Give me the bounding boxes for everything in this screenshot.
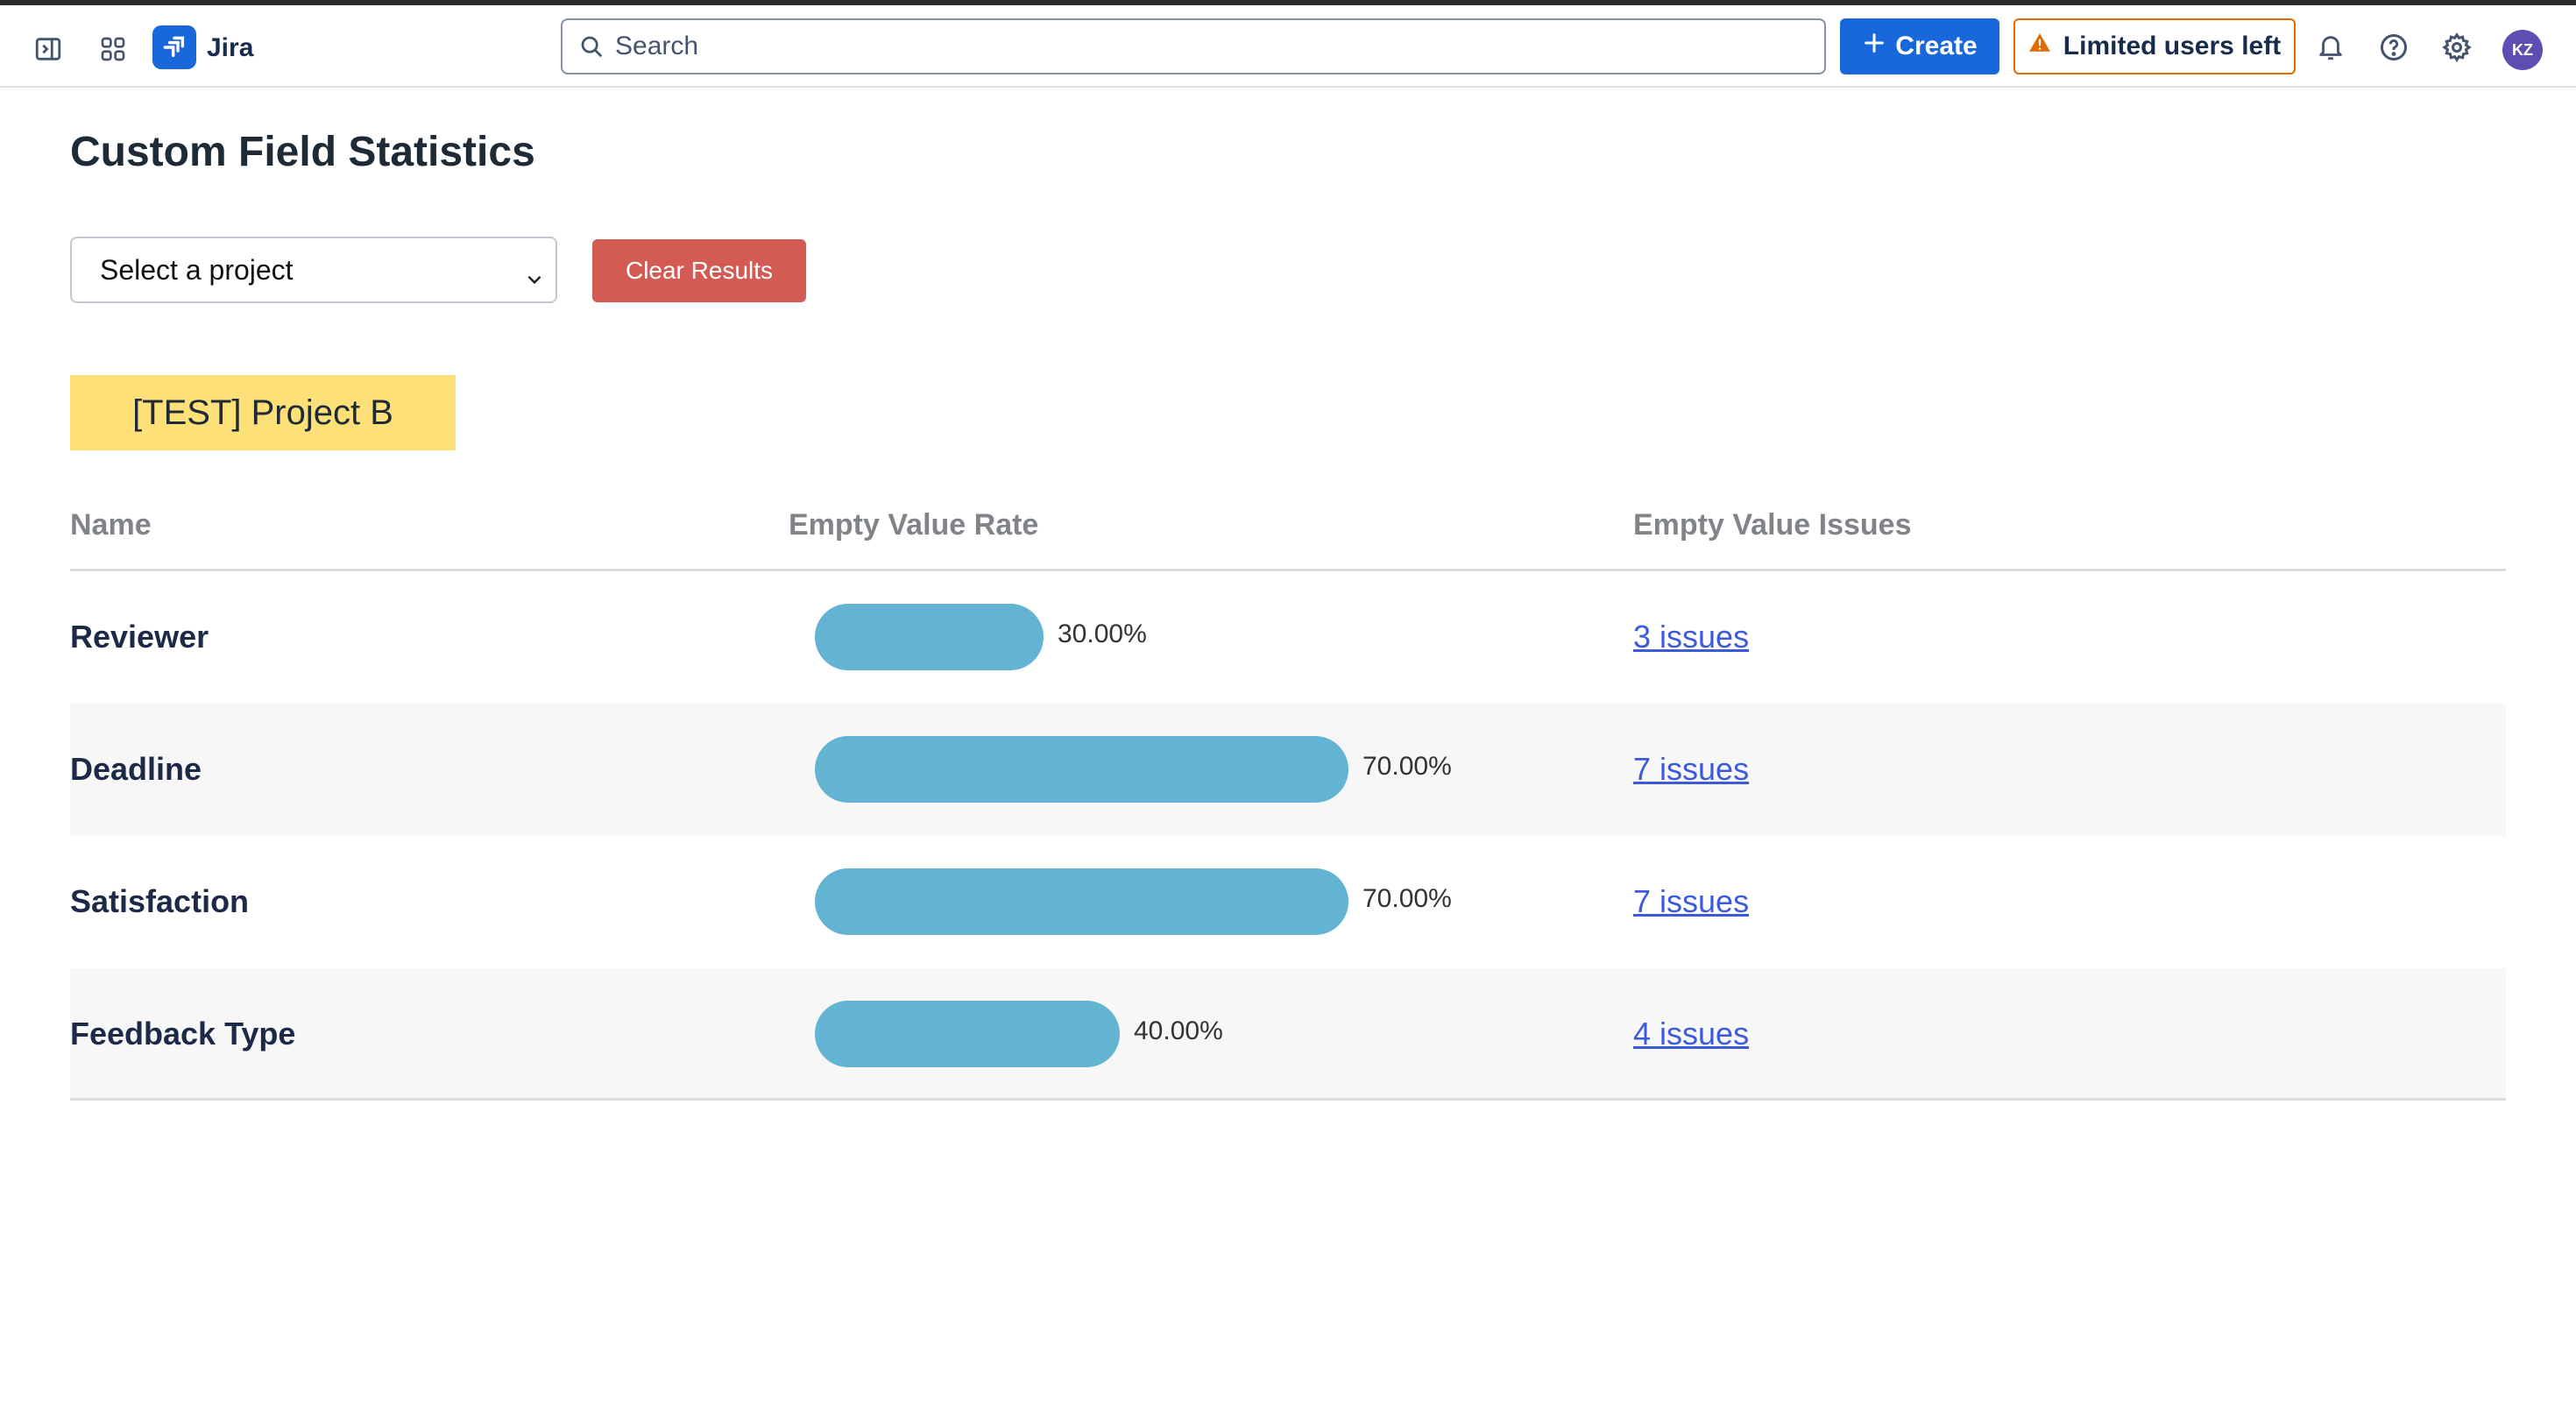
- plus-icon: [1862, 31, 1886, 62]
- search-icon: [577, 32, 606, 61]
- empty-rate-cell: 30.00%: [815, 604, 1691, 670]
- project-select-value: Select a project: [100, 253, 294, 286]
- empty-rate-cell: 40.00%: [815, 1001, 1691, 1067]
- table-row: Satisfaction 70.00% 7 issues: [70, 836, 2506, 968]
- empty-issues-link[interactable]: 3 issues: [1633, 619, 1749, 655]
- field-name: Reviewer: [70, 619, 209, 655]
- search-field[interactable]: [561, 18, 1826, 74]
- table-row: Reviewer 30.00% 3 issues: [70, 571, 2506, 704]
- limited-users-button[interactable]: Limited users left: [2013, 18, 2296, 74]
- app-name[interactable]: Jira: [207, 33, 253, 63]
- column-header-empty-rate: Empty Value Rate: [789, 508, 1039, 542]
- column-header-empty-issues: Empty Value Issues: [1633, 508, 1912, 542]
- table-row: Feedback Type 40.00% 4 issues: [70, 968, 2506, 1101]
- project-name-badge: [TEST] Project B: [70, 375, 456, 450]
- create-label: Create: [1895, 32, 1978, 60]
- empty-rate-value: 70.00%: [1362, 752, 1452, 781]
- jira-logo-icon[interactable]: [152, 25, 196, 69]
- help-icon[interactable]: [2374, 28, 2413, 67]
- notifications-bell-icon[interactable]: [2311, 28, 2350, 67]
- user-avatar[interactable]: KZ: [2502, 30, 2543, 70]
- empty-issues-link[interactable]: 7 issues: [1633, 883, 1749, 920]
- limited-users-label: Limited users left: [2063, 32, 2282, 60]
- column-header-name: Name: [70, 508, 152, 542]
- search-input[interactable]: [615, 32, 1754, 61]
- empty-rate-cell: 70.00%: [815, 736, 1691, 803]
- empty-rate-cell: 70.00%: [815, 868, 1691, 935]
- chevron-down-icon: [526, 263, 543, 285]
- empty-issues-link[interactable]: 7 issues: [1633, 751, 1749, 788]
- empty-rate-bar: [815, 1001, 1120, 1067]
- empty-rate-value: 30.00%: [1058, 620, 1147, 648]
- field-name: Satisfaction: [70, 883, 250, 919]
- empty-issues-link[interactable]: 4 issues: [1633, 1016, 1749, 1052]
- app-switcher-icon[interactable]: [95, 31, 131, 67]
- settings-gear-icon[interactable]: [2438, 28, 2476, 67]
- create-button[interactable]: Create: [1840, 18, 1999, 74]
- project-select[interactable]: Select a project: [70, 237, 557, 303]
- field-name: Feedback Type: [70, 1016, 296, 1052]
- warning-icon: [2028, 32, 2051, 61]
- table-row: Deadline 70.00% 7 issues: [70, 704, 2506, 836]
- empty-rate-value: 70.00%: [1362, 884, 1452, 913]
- table-header: Name Empty Value Rate Empty Value Issues: [70, 491, 2506, 571]
- page-title: Custom Field Statistics: [70, 129, 535, 175]
- empty-rate-value: 40.00%: [1134, 1016, 1223, 1045]
- sidebar-toggle-icon[interactable]: [30, 31, 67, 67]
- empty-rate-bar: [815, 604, 1044, 670]
- custom-field-table: Name Empty Value Rate Empty Value Issues…: [70, 491, 2506, 1101]
- empty-rate-bar: [815, 868, 1348, 935]
- empty-rate-bar: [815, 736, 1348, 803]
- clear-results-button[interactable]: Clear Results: [592, 239, 806, 302]
- top-navigation: Jira Create Limited users left: [0, 5, 2576, 88]
- field-name: Deadline: [70, 751, 202, 787]
